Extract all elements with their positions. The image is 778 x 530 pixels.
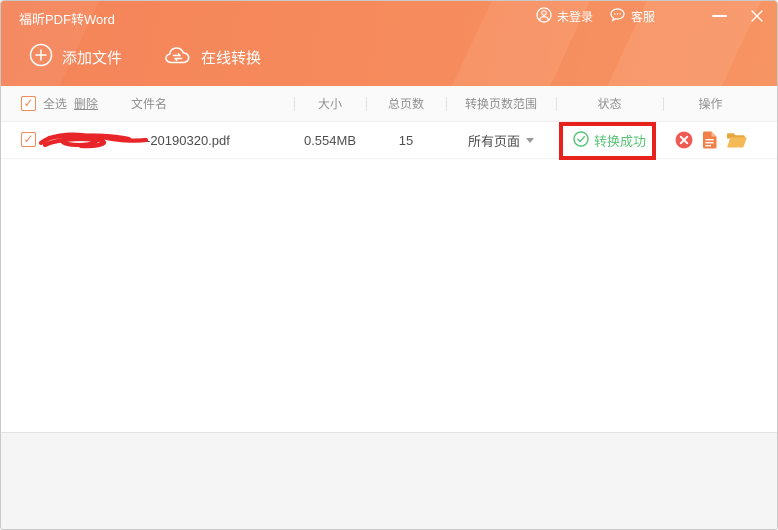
column-actions: 操作 (663, 86, 758, 121)
chat-bubble-icon (609, 7, 626, 26)
file-size: 0.554MB (294, 122, 366, 158)
open-folder-icon[interactable] (726, 132, 747, 149)
toolbar: 添加文件 在线转换 (29, 43, 261, 71)
column-size: 大小 (294, 86, 366, 121)
row-checkbox[interactable]: ✓ (21, 132, 36, 147)
customer-service-button[interactable]: 客服 (609, 7, 655, 26)
status-cell: 转换成功 (556, 122, 663, 158)
chevron-down-icon (526, 138, 534, 143)
online-convert-label: 在线转换 (201, 47, 261, 68)
close-button[interactable] (747, 6, 767, 26)
login-label: 未登录 (557, 8, 593, 25)
select-all-checkbox[interactable]: ✓ (21, 96, 36, 111)
column-page-range: 转换页数范围 (446, 86, 556, 121)
footer-bar: 转换格式： .DOCX 保存路径： 和PDF相同路径 开始转换 (1, 432, 778, 530)
remove-file-icon[interactable] (675, 131, 693, 149)
column-filename: 文件名 (131, 86, 167, 121)
column-status: 状态 (556, 86, 663, 121)
menu-button[interactable] (673, 6, 691, 26)
login-button[interactable]: 未登录 (536, 7, 593, 26)
customer-service-label: 客服 (631, 8, 655, 25)
titlebar-controls: 未登录 客服 (536, 1, 767, 31)
user-icon (536, 7, 552, 26)
open-document-icon[interactable] (702, 131, 717, 149)
status-text: 转换成功 (594, 131, 646, 150)
cloud-convert-icon (164, 44, 192, 70)
add-file-button[interactable]: 添加文件 (29, 43, 122, 71)
app-header: 福昕PDF转Word 未登录 (1, 1, 778, 86)
plus-circle-icon (29, 43, 53, 71)
actions-cell (663, 122, 758, 158)
page-range-dropdown[interactable]: 所有页面 (446, 122, 556, 158)
add-file-label: 添加文件 (62, 47, 122, 68)
list-header: ✓ 全选 删除 文件名 大小 总页数 转换页数范围 状态 操作 (1, 86, 778, 122)
filename-text: -20190320.pdf (146, 122, 230, 158)
page-range-value: 所有页面 (468, 131, 520, 150)
select-all-label[interactable]: 全选 (43, 86, 67, 121)
column-total-pages: 总页数 (366, 86, 446, 121)
filename-redaction-scribble (37, 130, 149, 154)
file-total-pages: 15 (366, 122, 446, 158)
minimize-button[interactable] (709, 6, 729, 26)
success-check-icon (573, 131, 589, 150)
app-window: 福昕PDF转Word 未登录 (0, 0, 778, 530)
delete-link[interactable]: 删除 (74, 86, 98, 121)
online-convert-button[interactable]: 在线转换 (164, 44, 261, 70)
window-title: 福昕PDF转Word (19, 9, 115, 28)
file-row: ✓ -20190320.pdf 0.554MB 15 所有页面 (1, 122, 778, 159)
